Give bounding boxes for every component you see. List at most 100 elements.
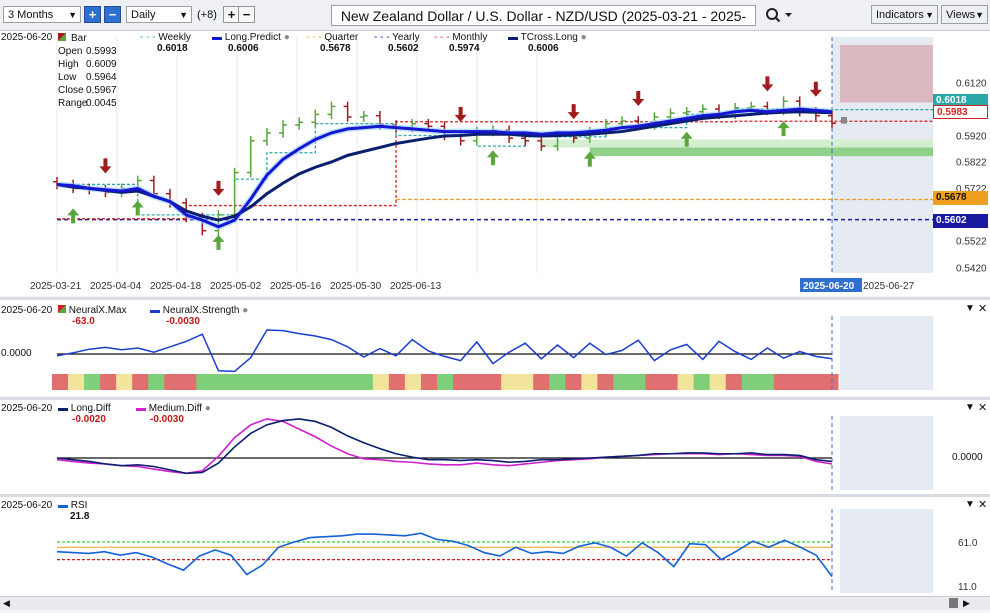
- collapse-icon[interactable]: ▼: [965, 499, 975, 510]
- legend-tcross-long: ▬ TCross.Long ● 0.6006: [508, 32, 598, 54]
- x-tick-label: 2025-06-20: [803, 281, 855, 292]
- price-label-yearly: 0.5602: [933, 214, 988, 228]
- sell-arrow: [567, 104, 580, 120]
- zoom-out-button[interactable]: −: [104, 6, 121, 23]
- search-icon[interactable]: [764, 6, 794, 24]
- sell-arrow: [99, 158, 112, 174]
- neural-max-name: NeuralX.Max: [68, 305, 127, 316]
- neural-strength-value: -0.0030: [166, 316, 200, 327]
- range-label: Range: [58, 98, 88, 109]
- diff-chart-marks: [56, 416, 833, 490]
- overlay-count: (+8): [197, 9, 217, 21]
- neural-status-cell: [244, 374, 262, 390]
- y-tick-label: 0.5822: [956, 157, 987, 168]
- scroll-thumb[interactable]: [949, 598, 958, 608]
- x-tick-label: 2025-06-27: [863, 281, 915, 292]
- neural-status-cell: [805, 374, 823, 390]
- range-select[interactable]: 3 Months ▼: [3, 6, 81, 23]
- neural-legend-max: NeuralX.Max -63.0: [58, 305, 127, 327]
- range-value-ohlc: 0.0045: [86, 98, 117, 109]
- ohlc-box: Bar Open 0.5993 High 0.6009 Low 0.5964 Clos…: [58, 32, 117, 110]
- legend-monthly: - - - Monthly 0.5974: [434, 32, 504, 54]
- views-button[interactable]: Views ▼: [941, 5, 988, 24]
- price-panel[interactable]: 0.6120 0.5920 0.5822 0.5722 0.5522 0.5420 2025…: [0, 31, 990, 296]
- neural-status-cell: [597, 374, 614, 390]
- neural-date-label: 2025-06-20: [1, 305, 53, 316]
- neural-status-cell: [100, 374, 117, 390]
- diff-long-value: -0.0020: [72, 414, 106, 425]
- zoom-in-button[interactable]: +: [84, 6, 101, 23]
- interval-value: Daily: [131, 9, 156, 21]
- price-date-label: 2025-06-20: [1, 32, 53, 43]
- rsi-y-tick: 61.0: [958, 538, 978, 549]
- diff-panel[interactable]: 2025-06-20 ▬ Long.Diff -0.0020 ▬ Medium.D…: [0, 400, 990, 494]
- neural-status-cell: [148, 374, 165, 390]
- sell-arrow: [761, 76, 774, 92]
- price-chart[interactable]: 0.61200.59200.58220.57220.55220.54202025…: [0, 31, 990, 296]
- close-value: 0.5967: [86, 85, 117, 96]
- neural-chart[interactable]: [0, 300, 990, 396]
- neural-status-cell: [741, 374, 759, 390]
- scroll-right-icon[interactable]: ▶: [963, 598, 970, 609]
- future-shade: [840, 316, 933, 390]
- neural-status-cell: [533, 374, 550, 390]
- rsi-value: 21.8: [70, 511, 90, 522]
- indicators-label: Indicators: [876, 9, 924, 21]
- neural-status-cell: [789, 374, 807, 390]
- neural-status-cell: [196, 374, 213, 390]
- neural-status-cell: [629, 374, 647, 390]
- close-icon[interactable]: ✕: [978, 498, 987, 511]
- buy-arrow: [486, 150, 499, 166]
- legend-long-predict-name: Long.Predict: [224, 32, 281, 43]
- neural-panel[interactable]: 2025-06-20 NeuralX.Max -63.0 ▬ NeuralX.St…: [0, 300, 990, 396]
- close-icon[interactable]: ✕: [978, 401, 987, 414]
- neural-strength-name: NeuralX.Strength: [162, 305, 240, 316]
- y-tick-label: 0.5420: [956, 264, 987, 275]
- symbol-title[interactable]: New Zealand Dollar / U.S. Dollar - NZD/U…: [331, 5, 756, 45]
- neural-status-cell: [709, 374, 727, 390]
- indicators-button[interactable]: Indicators ▼: [871, 5, 938, 24]
- sell-arrow: [212, 180, 225, 196]
- neural-status-cell: [308, 374, 326, 390]
- scroll-left-icon[interactable]: ◀: [3, 598, 10, 609]
- neural-status-cell: [356, 374, 374, 390]
- collapse-icon[interactable]: ▼: [965, 402, 975, 413]
- neural-status-cell: [549, 374, 566, 390]
- diff-legend-medium: ▬ Medium.Diff ● -0.0030: [136, 403, 211, 425]
- neural-status-cell: [725, 374, 743, 390]
- close-label: Close: [58, 85, 84, 96]
- neural-legend-strength: ▬ NeuralX.Strength ● -0.0030: [150, 305, 249, 327]
- remove-indicator-button[interactable]: −: [238, 6, 255, 23]
- neural-status-cell: [581, 374, 598, 390]
- diff-chart-background: [840, 416, 933, 490]
- views-label: Views: [946, 9, 976, 21]
- neural-status-cell: [228, 374, 245, 390]
- resistance-zone: [840, 45, 933, 103]
- neural-status-cell: [661, 374, 679, 390]
- close-icon[interactable]: ✕: [978, 302, 987, 315]
- neural-status-cell: [340, 374, 358, 390]
- interval-select[interactable]: Daily ▼: [126, 6, 192, 23]
- neural-status-cell: [517, 374, 534, 390]
- neural-status-cell: [773, 374, 791, 390]
- neural-status-cell: [821, 374, 839, 390]
- buy-arrow: [212, 234, 225, 250]
- neural-max-value: -63.0: [72, 316, 95, 327]
- x-tick-label: 2025-05-30: [330, 281, 382, 292]
- rsi-y-tick: 11.0: [958, 582, 977, 593]
- rsi-panel[interactable]: 61.0 11.0 2025-06-20 ▬ RSI 21.8 ▼ ✕: [0, 497, 990, 596]
- neural-status-cell: [645, 374, 663, 390]
- collapse-icon[interactable]: ▼: [965, 303, 975, 314]
- monthly-line: [57, 120, 933, 220]
- support-zone: [589, 147, 933, 157]
- x-tick-label: 2025-06-13: [390, 281, 442, 292]
- rsi-chart[interactable]: 61.0 11.0: [0, 497, 990, 596]
- rsi-legend: ▬ RSI 21.8: [58, 500, 90, 522]
- neural-status-cell: [757, 374, 775, 390]
- horizontal-scrollbar[interactable]: ◀ ▶: [0, 596, 990, 610]
- legend-tcross-long-name: TCross.Long: [520, 32, 578, 43]
- neural-status-cell: [404, 374, 422, 390]
- bar-label: Bar: [71, 33, 87, 44]
- neural-status-cell: [180, 374, 197, 390]
- open-label: Open: [58, 46, 83, 57]
